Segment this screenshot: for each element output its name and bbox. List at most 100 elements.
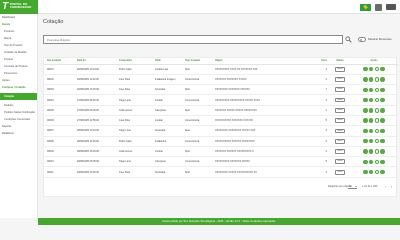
- status-badge[interactable]: Nova: [334, 169, 346, 175]
- check-icon[interactable]: [374, 66, 379, 72]
- cell-buyer: Tiago Lima: [116, 94, 152, 106]
- status-badge[interactable]: Nova: [334, 118, 346, 124]
- table-row[interactable]: 00001 26/08/2025 10:24:00 Pedro Gallo Jundi…: [44, 64, 398, 75]
- table-row[interactable]: 00009 28/08/2025 15:20:00 Cida Gomes Jundia…: [44, 146, 398, 158]
- more-icon[interactable]: [380, 77, 385, 82]
- check-icon[interactable]: [374, 97, 379, 103]
- language-flag-icon[interactable]: [360, 3, 371, 11]
- sidebar-item-9[interactable]: Ações: [0, 77, 37, 84]
- status-badge[interactable]: Nova: [334, 138, 346, 144]
- next-page-icon[interactable]: ›: [389, 184, 394, 189]
- check-icon[interactable]: [374, 77, 379, 82]
- view-icon[interactable]: [363, 97, 368, 103]
- view-icon[interactable]: [363, 149, 368, 154]
- more-icon[interactable]: [380, 139, 385, 144]
- view-icon[interactable]: [363, 108, 368, 113]
- check-icon[interactable]: [374, 149, 379, 154]
- more-icon[interactable]: [380, 128, 385, 134]
- sidebar-item-1[interactable]: Gerais: [0, 21, 37, 28]
- search-icon[interactable]: [345, 36, 352, 43]
- view-icon[interactable]: [363, 169, 368, 175]
- check-icon[interactable]: [374, 118, 379, 123]
- table-row[interactable]: 00004 27/08/2025 08:40:00 Tiago Lima Jundia…: [44, 94, 398, 106]
- sidebar-item-4[interactable]: Tipo de Produto: [0, 42, 37, 49]
- more-icon[interactable]: [380, 108, 385, 113]
- edit-icon[interactable]: [369, 159, 374, 165]
- table-row[interactable]: 00010 29/08/2025 09:05:00 Tiago Lima Campin…: [44, 156, 398, 168]
- view-icon[interactable]: [363, 87, 368, 92]
- status-badge[interactable]: Nova: [334, 87, 346, 93]
- more-icon[interactable]: [380, 118, 385, 123]
- edit-icon[interactable]: [369, 118, 374, 123]
- sidebar-item-15[interactable]: Suporte: [0, 123, 37, 130]
- check-icon[interactable]: [374, 139, 379, 144]
- sidebar-item-12[interactable]: Pedidos: [0, 102, 37, 109]
- sidebar-item-10[interactable]: Compras / Cotação: [0, 84, 37, 91]
- sidebar-item-5[interactable]: Unidade de Medida: [0, 49, 37, 56]
- rows-per-page-select[interactable]: 10: [348, 184, 357, 189]
- status-badge[interactable]: Nova: [334, 97, 346, 103]
- view-icon[interactable]: [363, 128, 368, 134]
- table-row[interactable]: 00005 27/08/2025 09:30:00 Cida Gomes Campin…: [44, 105, 398, 116]
- table-row[interactable]: 00011 29/08/2025 13:35:00 Jose Silva Soroca…: [44, 166, 398, 178]
- table-row[interactable]: 00006 27/08/2025 14:55:00 Jose Silva Jundia…: [44, 115, 398, 127]
- status-badge[interactable]: Nova: [334, 159, 346, 165]
- sidebar-item-11[interactable]: Cotação: [0, 93, 37, 100]
- user-icon[interactable]: [375, 3, 382, 11]
- cell-date: 28/08/2025 10:10:00: [74, 125, 116, 137]
- edit-icon[interactable]: [369, 97, 374, 103]
- sidebar-item-16[interactable]: Relatórios: [0, 130, 37, 137]
- edit-icon[interactable]: [369, 149, 374, 154]
- edit-icon[interactable]: [369, 108, 374, 113]
- view-icon[interactable]: [363, 77, 368, 82]
- show-recent-toggle[interactable]: [358, 37, 366, 42]
- check-icon[interactable]: [374, 87, 379, 92]
- status-badge[interactable]: Nova: [334, 149, 346, 154]
- sidebar-item-7[interactable]: Consulta de Produto: [0, 63, 37, 70]
- edit-icon[interactable]: [369, 128, 374, 134]
- more-icon[interactable]: [380, 159, 385, 165]
- sidebar-item-13[interactable]: Pedidos Status Notificação: [0, 109, 37, 116]
- edit-icon[interactable]: [369, 87, 374, 92]
- cell-items: 5: [308, 115, 330, 127]
- edit-icon[interactable]: [369, 77, 374, 82]
- check-icon[interactable]: [374, 108, 379, 113]
- sidebar-item-14[interactable]: Condições Comerciais: [0, 116, 37, 123]
- table-row[interactable]: 00002 26/08/2025 11:02:00 Jose Silva Indaia…: [44, 74, 398, 86]
- check-icon[interactable]: [374, 159, 379, 165]
- cell-status: Nova: [330, 125, 350, 137]
- sidebar-item-0[interactable]: Dashboard: [0, 14, 37, 21]
- more-icon[interactable]: [380, 87, 385, 92]
- quotation-table: Nro.Cotação Data Ini. Comprador Filial Tipo …: [44, 58, 398, 178]
- previous-page-icon[interactable]: ‹: [383, 184, 388, 189]
- more-icon[interactable]: [380, 149, 385, 154]
- more-icon[interactable]: [380, 97, 385, 103]
- status-badge[interactable]: Nova: [334, 77, 346, 82]
- edit-icon[interactable]: [369, 66, 374, 72]
- status-badge[interactable]: Nova: [334, 66, 346, 72]
- status-badge[interactable]: Nova: [334, 107, 346, 113]
- edit-icon[interactable]: [369, 139, 374, 144]
- check-icon[interactable]: [374, 128, 379, 134]
- sidebar-item-6[interactable]: Produto: [0, 56, 37, 63]
- more-icon[interactable]: [380, 66, 385, 72]
- cell-type: Concorrência: [182, 136, 212, 147]
- view-icon[interactable]: [363, 159, 368, 165]
- view-icon[interactable]: [363, 66, 368, 72]
- more-icon[interactable]: [380, 169, 385, 175]
- table-row[interactable]: 00003 26/08/2025 13:15:00 Jose Silva Soroca…: [44, 84, 398, 96]
- status-badge[interactable]: Nova: [334, 128, 346, 134]
- cell-buyer: Cida Gomes: [116, 105, 152, 116]
- brand-logo[interactable]: T PORTAL DO FORNECEDOR: [0, 0, 38, 14]
- check-icon[interactable]: [374, 169, 379, 175]
- view-icon[interactable]: [363, 118, 368, 123]
- sidebar-item-8[interactable]: Parametros: [0, 70, 37, 77]
- sidebar-item-3[interactable]: Marca: [0, 35, 37, 42]
- edit-icon[interactable]: [369, 169, 374, 175]
- cell-items: 1: [308, 105, 330, 116]
- view-icon[interactable]: [363, 139, 368, 144]
- sidebar-item-2[interactable]: Produtos: [0, 28, 37, 35]
- search-input[interactable]: [43, 35, 343, 44]
- table-row[interactable]: 00007 28/08/2025 10:10:00 Tiago Lima Soroca…: [44, 125, 398, 137]
- table-row[interactable]: 00008 28/08/2025 11:45:00 Pedro Gallo Indai…: [44, 136, 398, 147]
